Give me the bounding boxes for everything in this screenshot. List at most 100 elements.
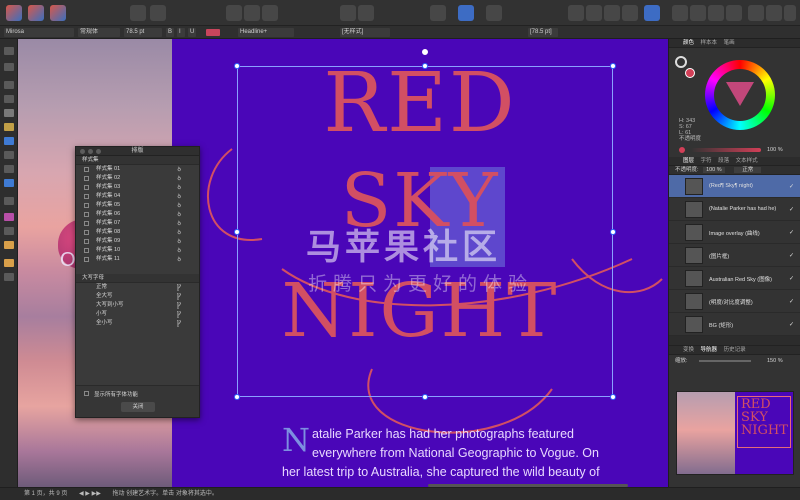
styleset-row[interactable]: 样式集 03 ꝺ (76, 183, 199, 192)
italic-button[interactable]: I (177, 28, 185, 37)
artistic-text-tool-icon[interactable] (4, 109, 14, 117)
table-tool-icon[interactable] (4, 95, 14, 103)
styleset-checkbox[interactable] (84, 230, 89, 235)
layer-row[interactable]: (Red¶ Sky¶ night) ✓ (669, 175, 800, 198)
layer-visibility-check-icon[interactable]: ✓ (789, 252, 794, 259)
flip-vertical-icon[interactable] (690, 5, 706, 21)
layer-row[interactable]: Image overlay (曲线) ✓ (669, 221, 800, 244)
styleset-checkbox[interactable] (84, 257, 89, 262)
tab-color[interactable]: 颜色 (683, 40, 694, 46)
paragraph-style-select[interactable]: Headline+ (238, 28, 294, 37)
layer-visibility-check-icon[interactable]: ✓ (789, 321, 794, 328)
show-all-features-checkbox[interactable]: 显示所有字体功能 (84, 390, 138, 398)
leading-field[interactable]: [78.5 pt] (528, 28, 558, 37)
case-option-row[interactable]: 正常 Ꝩ (76, 283, 199, 292)
case-option-row[interactable]: 小写 Ꝩ (76, 310, 199, 319)
hand-tool-icon[interactable] (4, 259, 14, 267)
resize-handle-r[interactable] (610, 229, 616, 235)
node-tool-icon[interactable] (4, 63, 14, 71)
text-frame-tool-icon[interactable] (4, 81, 14, 89)
text-color-swatch[interactable] (206, 29, 220, 36)
styleset-checkbox[interactable] (84, 194, 89, 199)
tab-layers[interactable]: 图层 (683, 158, 694, 164)
tab-paragraph[interactable]: 段落 (718, 158, 729, 164)
view-mode-icon[interactable] (458, 5, 474, 21)
pen-tool-icon[interactable] (4, 123, 14, 131)
styleset-row[interactable]: 样式集 01 ꝺ (76, 165, 199, 174)
tab-character[interactable]: 字符 (701, 158, 712, 164)
fill-tool-icon[interactable] (4, 213, 14, 221)
resize-handle-tl[interactable] (234, 63, 240, 69)
arrange-back-icon[interactable] (604, 5, 620, 21)
styleset-checkbox[interactable] (84, 176, 89, 181)
zoom-slider[interactable] (699, 360, 751, 362)
layer-visibility-check-icon[interactable]: ✓ (789, 275, 794, 282)
resize-handle-br[interactable] (610, 394, 616, 400)
case-option-row[interactable]: 大写到小写 Ꝩ (76, 301, 199, 310)
styleset-checkbox[interactable] (84, 185, 89, 190)
font-style-select[interactable]: 常规体 (78, 28, 120, 37)
align-icon[interactable] (644, 5, 660, 21)
crop-tool-icon[interactable] (4, 197, 14, 205)
styleset-row[interactable]: 样式集 08 ꝺ (76, 228, 199, 237)
resize-handle-b[interactable] (422, 394, 428, 400)
case-option-row[interactable]: 全小写 Ꝩ (76, 319, 199, 328)
boolean-add-icon[interactable] (748, 5, 764, 21)
layer-row[interactable]: (Natalie Parker has had he) ✓ (669, 198, 800, 221)
designer-persona-icon[interactable] (6, 5, 22, 21)
boolean-subtract-icon[interactable] (766, 5, 782, 21)
opacity-slider[interactable] (691, 148, 761, 152)
arrange-front-icon[interactable] (568, 5, 584, 21)
tab-transform[interactable]: 变换 (683, 347, 694, 353)
styleset-checkbox[interactable] (84, 248, 89, 253)
anchor-icon[interactable] (358, 5, 374, 21)
styleset-row[interactable]: 样式集 07 ꝺ (76, 219, 199, 228)
tab-navigator[interactable]: 导航器 (701, 347, 718, 353)
minimize-dot-icon[interactable] (88, 149, 93, 154)
move-tool-icon[interactable] (4, 47, 14, 55)
settings-icon[interactable] (150, 5, 166, 21)
opacity-value[interactable]: 100 % (767, 147, 783, 153)
layer-visibility-check-icon[interactable]: ✓ (789, 183, 794, 190)
styleset-section-header[interactable]: 样式集 (76, 156, 199, 165)
frame-mode-icon[interactable] (244, 5, 260, 21)
font-family-select[interactable]: Mirosa (4, 28, 74, 37)
styleset-row[interactable]: 样式集 05 ꝺ (76, 201, 199, 210)
layer-visibility-check-icon[interactable]: ✓ (789, 298, 794, 305)
snapping-magnet-icon[interactable] (486, 5, 502, 21)
layer-row[interactable]: (明度/对比度调整) ✓ (669, 290, 800, 313)
preflight-icon[interactable] (130, 5, 146, 21)
resize-handle-bl[interactable] (234, 394, 240, 400)
fill-color-swatch[interactable] (685, 68, 695, 78)
layer-visibility-check-icon[interactable]: ✓ (789, 229, 794, 236)
rotate-ccw-icon[interactable] (726, 5, 742, 21)
blend-opacity-field[interactable]: 100 % (703, 167, 725, 173)
styleset-checkbox[interactable] (84, 221, 89, 226)
rotate-icon[interactable] (708, 5, 724, 21)
blend-mode-select[interactable]: 正常 (734, 167, 762, 173)
color-picker-tool-icon[interactable] (4, 241, 14, 249)
navigator-preview[interactable]: RED SKY NIGHT (676, 391, 794, 475)
styleset-row[interactable]: 样式集 06 ꝺ (76, 210, 199, 219)
transparency-tool-icon[interactable] (4, 227, 14, 235)
zoom-tool-icon[interactable] (4, 273, 14, 281)
zoom-dot-icon[interactable] (96, 149, 101, 154)
font-size-field[interactable]: 78.5 pt (124, 28, 162, 37)
tab-text-styles[interactable]: 文本样式 (736, 158, 758, 164)
zoom-value[interactable]: 150 % (767, 355, 783, 367)
boolean-intersect-icon[interactable] (784, 5, 796, 21)
pixel-persona-icon[interactable] (28, 5, 44, 21)
layer-row[interactable]: (图片框) ✓ (669, 244, 800, 267)
arrange-forward-icon[interactable] (586, 5, 602, 21)
text-frame-mode-icon[interactable] (226, 5, 242, 21)
ellipse-tool-icon[interactable] (4, 151, 14, 159)
pin-icon[interactable] (340, 5, 356, 21)
styleset-checkbox[interactable] (84, 167, 89, 172)
styleset-row[interactable]: 样式集 04 ꝺ (76, 192, 199, 201)
character-style-select[interactable]: [无样式] (340, 28, 390, 37)
body-text-frame[interactable]: Natalie Parker has had her photographs f… (282, 424, 612, 482)
preview-eye-icon[interactable] (430, 5, 446, 21)
tab-history[interactable]: 历史记录 (724, 347, 746, 353)
close-button[interactable]: 关闭 (121, 402, 155, 412)
close-dot-icon[interactable] (80, 149, 85, 154)
